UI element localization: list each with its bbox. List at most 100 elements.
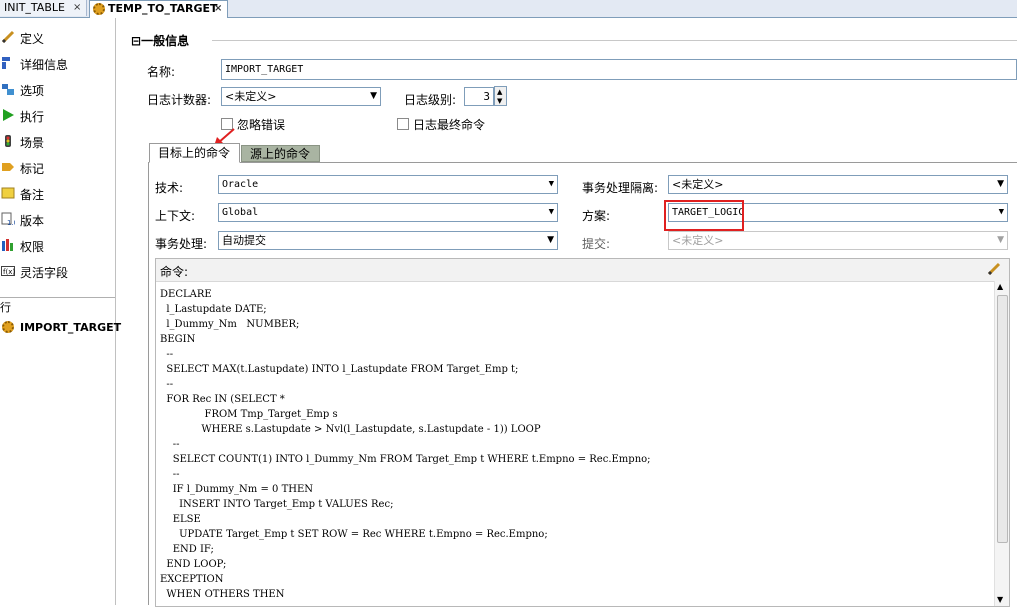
details-icon (1, 56, 15, 70)
sidebar-item-label: 灵活字段 (20, 266, 69, 280)
code-line: ELSE (160, 514, 201, 525)
code-line: WHEN OTHERS THEN (160, 589, 285, 600)
options-icon (1, 82, 15, 96)
sidebar-item-scenario[interactable]: 场景 (0, 130, 114, 154)
sidebar-item-options[interactable]: 选项 (0, 78, 114, 102)
close-icon[interactable]: × (214, 1, 222, 17)
command-editor: 命令: DECLARE l_Lastupdate DATE; l_Dummy_N… (155, 258, 1010, 607)
sidebar-item-label: 备注 (20, 188, 45, 202)
ignore-errors-label: 忽略错误 (237, 118, 286, 132)
svg-text:f(x): f(x) (3, 268, 15, 276)
tab-temp-to-target[interactable]: TEMP_TO_TARGET × (89, 0, 228, 18)
chevron-down-icon: ▼ (998, 207, 1004, 217)
collapse-icon[interactable]: ⊟ (131, 34, 141, 48)
chevron-down-icon: ▼ (997, 179, 1004, 189)
section-divider (212, 40, 1017, 41)
sidebar-item-execute[interactable]: 执行 (0, 104, 114, 128)
sidebar-item-details[interactable]: 详细信息 (0, 52, 114, 76)
log-level-label: 日志级别: (404, 93, 457, 107)
transaction-label: 事务处理: (155, 237, 208, 251)
log-level-input[interactable]: 3 (464, 87, 494, 106)
code-line: SELECT COUNT(1) INTO l_Dummy_Nm FROM Tar… (160, 454, 651, 465)
code-line: END LOOP; (160, 559, 227, 570)
scenario-icon (1, 134, 15, 148)
sidebar-item-label: 版本 (20, 214, 45, 228)
sidebar-item-label: 标记 (20, 162, 45, 176)
code-line: DECLARE (160, 289, 212, 300)
context-select[interactable]: Global ▼ (218, 203, 558, 222)
scroll-up-icon[interactable]: ▲ (997, 282, 1003, 291)
code-line: BEGIN (160, 334, 196, 345)
sidebar-item-label: 权限 (20, 240, 45, 254)
name-label: 名称: (147, 65, 176, 79)
context-value: Global (222, 207, 259, 218)
tab-init-table[interactable]: INIT_TABLE × (0, 0, 87, 16)
sidebar-item-label: 选项 (20, 84, 45, 98)
sidebar-item-definition[interactable]: 定义 (0, 26, 114, 50)
code-line: -- (160, 439, 180, 450)
tab-target-command[interactable]: 目标上的命令 (149, 143, 240, 163)
code-line: l_Dummy_Nm NUMBER; (160, 319, 300, 330)
code-line: UPDATE Target_Emp t SET ROW = Rec WHERE … (160, 529, 548, 540)
sidebar-item-notes[interactable]: 备注 (0, 182, 114, 206)
code-line: IF l_Dummy_Nm = 0 THEN (160, 484, 314, 495)
close-icon[interactable]: × (73, 0, 81, 16)
pencil-icon[interactable] (987, 262, 1001, 276)
note-icon (1, 186, 15, 200)
sidebar-item-label: 场景 (20, 136, 45, 150)
command-scrollbar[interactable]: ▲ ▼ (994, 281, 1009, 606)
isolation-select[interactable]: <未定义> ▼ (668, 175, 1008, 194)
command-label: 命令: (160, 265, 189, 279)
editor-tab-strip: INIT_TABLE × TEMP_TO_TARGET × (0, 0, 1017, 18)
tab-init-table-label: INIT_TABLE (4, 1, 65, 14)
code-line: END IF; (160, 544, 214, 555)
sidebar-item-tags[interactable]: 标记 (0, 156, 114, 180)
code-line: INSERT INTO Target_Emp t VALUES Rec; (160, 499, 394, 510)
code-line: EXCEPTION (160, 574, 224, 585)
code-line: SELECT MAX(t.Lastupdate) INTO l_Lastupda… (160, 364, 519, 375)
permission-icon (1, 238, 15, 252)
section-title: 一般信息 (141, 34, 190, 48)
log-counter-value: <未定义> (225, 90, 277, 103)
sidebar-item-import-target[interactable]: IMPORT_TARGET (0, 318, 121, 338)
code-line: -- (160, 349, 174, 360)
sidebar-subheader: 行 (0, 301, 11, 314)
code-line: WHERE s.Lastupdate > Nvl(l_Lastupdate, s… (160, 424, 541, 435)
sidebar-item-label: 详细信息 (20, 58, 69, 72)
name-field[interactable]: IMPORT_TARGET (221, 59, 1017, 80)
transaction-select[interactable]: 自动提交 ▼ (218, 231, 558, 250)
log-counter-select[interactable]: <未定义> ▼ (221, 87, 381, 106)
stepper-up-icon[interactable]: ▲ (497, 88, 502, 96)
chevron-down-icon: ▼ (997, 235, 1004, 245)
stepper-down-icon[interactable]: ▼ (497, 97, 502, 105)
sidebar-item-label: 定义 (20, 32, 45, 46)
highlight-box (664, 200, 744, 231)
code-line: FROM Tmp_Target_Emp s (160, 409, 338, 420)
commit-label: 提交: (582, 237, 611, 251)
tab-source-command[interactable]: 源上的命令 (241, 145, 320, 162)
section-general-info[interactable]: ⊟一般信息 (131, 32, 189, 49)
chevron-down-icon: ▼ (548, 179, 554, 189)
technology-label: 技术: (155, 181, 184, 195)
schema-label: 方案: (582, 209, 611, 223)
sidebar-item-label: IMPORT_TARGET (20, 321, 122, 334)
sidebar-item-version[interactable]: 1.0 版本 (0, 208, 114, 232)
log-counter-label: 日志计数器: (147, 93, 212, 107)
command-textarea[interactable]: DECLARE l_Lastupdate DATE; l_Dummy_Nm NU… (160, 287, 990, 602)
log-final-command-checkbox[interactable] (397, 118, 409, 130)
isolation-value: <未定义> (672, 178, 724, 191)
transaction-value: 自动提交 (222, 234, 266, 247)
gear-icon (93, 3, 105, 15)
run-icon (1, 108, 15, 122)
chevron-down-icon: ▼ (370, 91, 377, 101)
commit-value: <未定义> (672, 234, 724, 247)
log-level-stepper[interactable]: ▲ ▼ (494, 86, 507, 106)
scroll-down-icon[interactable]: ▼ (997, 595, 1003, 604)
command-header: 命令: (156, 259, 1009, 282)
technology-select[interactable]: Oracle ▼ (218, 175, 558, 194)
sidebar-item-flexfields[interactable]: f(x) 灵活字段 (0, 260, 114, 284)
scrollbar-thumb[interactable] (997, 295, 1008, 543)
sidebar-item-permissions[interactable]: 权限 (0, 234, 114, 258)
gear-icon (2, 321, 14, 333)
commit-select: <未定义> ▼ (668, 231, 1008, 250)
